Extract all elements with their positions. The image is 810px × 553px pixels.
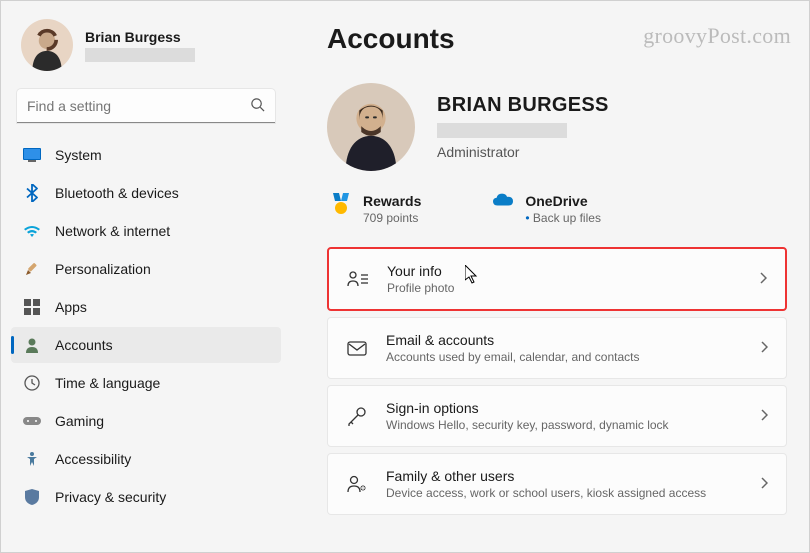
email-icon bbox=[346, 337, 368, 359]
rewards-title: Rewards bbox=[363, 193, 421, 209]
sidebar-item-privacy[interactable]: Privacy & security bbox=[11, 479, 281, 515]
card-email[interactable]: Email & accounts Accounts used by email,… bbox=[327, 317, 787, 379]
watermark: groovyPost.com bbox=[643, 23, 791, 49]
card-title: Sign-in options bbox=[386, 400, 742, 416]
main-content: Accounts BRIAN BURGESS Administrator bbox=[291, 1, 809, 552]
hero-email-redacted bbox=[437, 123, 567, 138]
profile-name: Brian Burgess bbox=[85, 29, 195, 45]
onedrive-item[interactable]: OneDrive Back up files bbox=[493, 193, 601, 225]
onedrive-sub: Back up files bbox=[525, 211, 601, 225]
sidebar-item-label: Apps bbox=[55, 299, 87, 315]
rewards-sub: 709 points bbox=[363, 211, 421, 225]
sidebar-item-accessibility[interactable]: Accessibility bbox=[11, 441, 281, 477]
card-title: Your info bbox=[387, 263, 741, 279]
rewards-item[interactable]: Rewards 709 points bbox=[331, 193, 421, 225]
sidebar-item-label: Accessibility bbox=[55, 451, 131, 467]
card-title: Email & accounts bbox=[386, 332, 742, 348]
onedrive-icon bbox=[493, 193, 513, 213]
rewards-icon bbox=[331, 193, 351, 213]
sidebar-item-label: Privacy & security bbox=[55, 489, 166, 505]
search-icon bbox=[250, 97, 265, 115]
hero-role: Administrator bbox=[437, 144, 609, 160]
sidebar: Brian Burgess System Bluetooth & devi bbox=[1, 1, 291, 552]
card-text: Your info Profile photo bbox=[387, 263, 741, 295]
sidebar-item-label: Bluetooth & devices bbox=[55, 185, 179, 201]
wifi-icon bbox=[23, 222, 41, 240]
hero-name: BRIAN BURGESS bbox=[437, 94, 609, 117]
your-info-icon bbox=[347, 268, 369, 290]
card-sub: Windows Hello, security key, password, d… bbox=[386, 418, 742, 432]
sidebar-item-label: Gaming bbox=[55, 413, 104, 429]
sidebar-item-system[interactable]: System bbox=[11, 137, 281, 173]
hero-text: BRIAN BURGESS Administrator bbox=[437, 94, 609, 160]
chevron-right-icon bbox=[759, 271, 767, 287]
settings-app: Brian Burgess System Bluetooth & devi bbox=[1, 1, 809, 552]
sidebar-item-time[interactable]: Time & language bbox=[11, 365, 281, 401]
card-your-info[interactable]: Your info Profile photo bbox=[327, 247, 787, 311]
rewards-text: Rewards 709 points bbox=[363, 193, 421, 225]
card-family[interactable]: Family & other users Device access, work… bbox=[327, 453, 787, 515]
sidebar-item-bluetooth[interactable]: Bluetooth & devices bbox=[11, 175, 281, 211]
sidebar-item-label: Time & language bbox=[55, 375, 160, 391]
avatar bbox=[21, 19, 73, 71]
sidebar-item-label: Network & internet bbox=[55, 223, 170, 239]
card-text: Sign-in options Windows Hello, security … bbox=[386, 400, 742, 432]
search-wrap bbox=[17, 89, 275, 123]
sidebar-nav: System Bluetooth & devices Network & int… bbox=[11, 137, 281, 515]
profile-text: Brian Burgess bbox=[85, 29, 195, 62]
sidebar-item-gaming[interactable]: Gaming bbox=[11, 403, 281, 439]
account-hero: BRIAN BURGESS Administrator bbox=[327, 83, 787, 171]
onedrive-text: OneDrive Back up files bbox=[525, 193, 601, 225]
info-row: Rewards 709 points OneDrive Back up file… bbox=[327, 193, 787, 225]
accessibility-icon bbox=[23, 450, 41, 468]
search-input[interactable] bbox=[17, 89, 275, 123]
key-icon bbox=[346, 405, 368, 427]
settings-cards: Your info Profile photo Email & accounts… bbox=[327, 247, 787, 515]
people-icon bbox=[346, 473, 368, 495]
chevron-right-icon bbox=[760, 340, 768, 356]
sidebar-item-label: Accounts bbox=[55, 337, 113, 353]
card-signin[interactable]: Sign-in options Windows Hello, security … bbox=[327, 385, 787, 447]
card-sub: Accounts used by email, calendar, and co… bbox=[386, 350, 742, 364]
sidebar-item-accounts[interactable]: Accounts bbox=[11, 327, 281, 363]
bluetooth-icon bbox=[23, 184, 41, 202]
profile-email-redacted bbox=[85, 48, 195, 62]
card-sub: Device access, work or school users, kio… bbox=[386, 486, 742, 500]
sidebar-profile[interactable]: Brian Burgess bbox=[11, 19, 281, 89]
sidebar-item-label: System bbox=[55, 147, 102, 163]
chevron-right-icon bbox=[760, 408, 768, 424]
chevron-right-icon bbox=[760, 476, 768, 492]
hero-avatar bbox=[327, 83, 415, 171]
person-icon bbox=[23, 336, 41, 354]
sidebar-item-personalization[interactable]: Personalization bbox=[11, 251, 281, 287]
sidebar-item-network[interactable]: Network & internet bbox=[11, 213, 281, 249]
gamepad-icon bbox=[23, 412, 41, 430]
card-text: Email & accounts Accounts used by email,… bbox=[386, 332, 742, 364]
clock-icon bbox=[23, 374, 41, 392]
sidebar-item-label: Personalization bbox=[55, 261, 151, 277]
card-title: Family & other users bbox=[386, 468, 742, 484]
sidebar-item-apps[interactable]: Apps bbox=[11, 289, 281, 325]
apps-icon bbox=[23, 298, 41, 316]
onedrive-title: OneDrive bbox=[525, 193, 601, 209]
card-text: Family & other users Device access, work… bbox=[386, 468, 742, 500]
card-sub: Profile photo bbox=[387, 281, 741, 295]
shield-icon bbox=[23, 488, 41, 506]
paintbrush-icon bbox=[23, 260, 41, 278]
system-icon bbox=[23, 146, 41, 164]
